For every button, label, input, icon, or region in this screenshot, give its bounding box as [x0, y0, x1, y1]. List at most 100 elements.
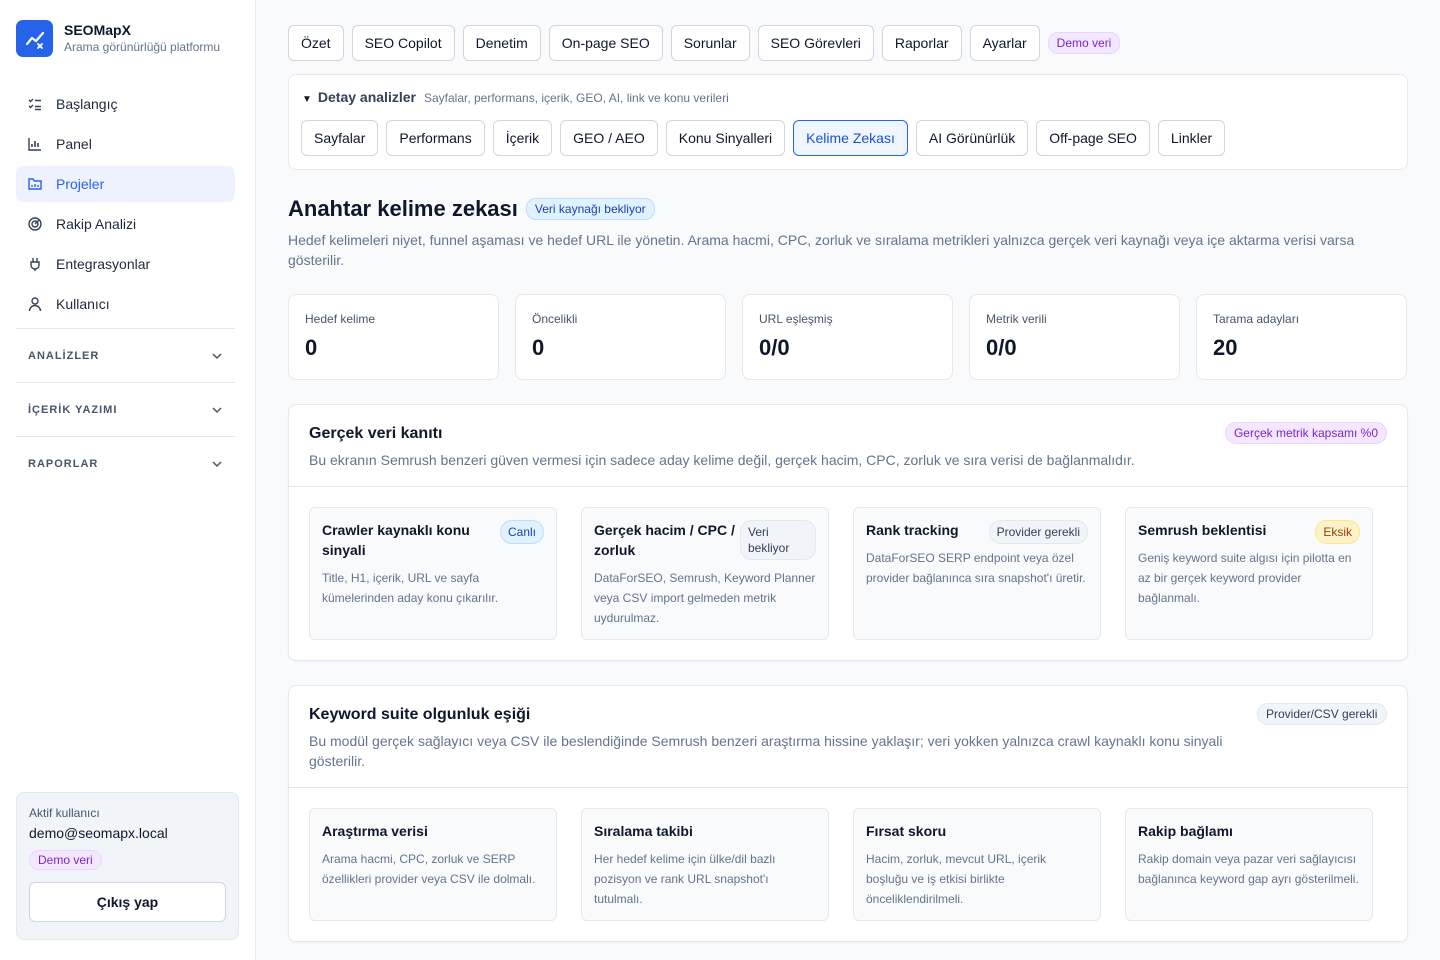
subtab-ai-gorunurluk[interactable]: AI Görünürlük	[915, 120, 1029, 156]
card-text: DataForSEO SERP endpoint veya özel provi…	[866, 551, 1086, 585]
stat-card: URL eşleşmiş 0/0	[742, 294, 953, 380]
sidebar-item-baslangic[interactable]: Başlangıç	[16, 86, 235, 122]
panel-title: Gerçek veri kanıtı	[309, 425, 443, 442]
tab-sorunlar[interactable]: Sorunlar	[670, 25, 750, 61]
evidence-cards: Crawler kaynaklı konu sinyali Canlı Titl…	[309, 507, 1373, 640]
sidebar: SEOMapX Arama görünürlüğü platformu Başl…	[0, 0, 256, 960]
tab-seo-copilot[interactable]: SEO Copilot	[351, 25, 455, 61]
tab-raporlar[interactable]: Raporlar	[881, 25, 962, 61]
section-icerik-yazimi[interactable]: İÇERİK YAZIMI	[16, 382, 235, 436]
section-analizler[interactable]: ANALİZLER	[16, 328, 235, 382]
coverage-badge: Gerçek metrik kapsamı %0	[1224, 422, 1387, 444]
subtab-geo-aeo[interactable]: GEO / AEO	[560, 120, 658, 156]
brand[interactable]: SEOMapX Arama görünürlüğü platformu	[16, 20, 220, 57]
logout-button[interactable]: Çıkış yap	[29, 882, 226, 922]
sidebar-item-rakip-analizi[interactable]: Rakip Analizi	[16, 206, 235, 242]
radar-icon	[27, 216, 43, 232]
card-badge: Veri bekliyor	[740, 520, 816, 560]
chevron-down-icon	[212, 406, 222, 413]
detail-analyses: ▼ Detay analizler Sayfalar, performans, …	[288, 74, 1408, 170]
card-text: Title, H1, içerik, URL ve sayfa kümeleri…	[322, 571, 499, 605]
stat-card: Metrik verili 0/0	[969, 294, 1180, 380]
stats-row: Hedef kelime 0 Öncelikli 0 URL eşleşmiş …	[288, 294, 1407, 380]
sidebar-item-label: Rakip Analizi	[56, 216, 137, 232]
page-description: Hedef kelimeleri niyet, funnel aşaması v…	[288, 232, 1355, 268]
stat-label: Tarama adayları	[1213, 312, 1300, 326]
main-content: Özet SEO Copilot Denetim On-page SEO Sor…	[256, 0, 1440, 960]
maturity-panel: Keyword suite olgunluk eşiği Provider/CS…	[288, 685, 1408, 942]
card-title: Fırsat skoru	[866, 823, 947, 839]
tab-ayarlar[interactable]: Ayarlar	[969, 25, 1040, 61]
card-badge: Provider gerekli	[988, 520, 1088, 544]
brand-name: SEOMapX	[64, 22, 131, 38]
active-user-label: Aktif kullanıcı	[29, 806, 100, 820]
evidence-panel: Gerçek veri kanıtı Gerçek metrik kapsamı…	[288, 404, 1408, 661]
detail-subtitle: Sayfalar, performans, içerik, GEO, AI, l…	[423, 91, 729, 105]
stat-label: URL eşleşmiş	[759, 312, 833, 326]
card-text: Arama hacmi, CPC, zorluk ve SERP özellik…	[322, 852, 536, 886]
sidebar-item-kullanici[interactable]: Kullanıcı	[16, 286, 235, 322]
stat-value: 0	[305, 335, 318, 360]
tab-ozet[interactable]: Özet	[288, 25, 344, 61]
subtab-off-page-seo[interactable]: Off-page SEO	[1036, 120, 1150, 156]
sidebar-item-projeler[interactable]: Projeler	[16, 166, 235, 202]
page-title: Anahtar kelime zekası	[288, 196, 518, 221]
plug-icon	[27, 256, 43, 272]
panel-description: Bu modül gerçek sağlayıcı veya CSV ile b…	[309, 733, 1223, 769]
top-tabs: Özet SEO Copilot Denetim On-page SEO Sor…	[288, 25, 1121, 61]
subtab-sayfalar[interactable]: Sayfalar	[301, 120, 379, 156]
section-label: RAPORLAR	[28, 457, 99, 470]
tab-on-page-seo[interactable]: On-page SEO	[548, 25, 663, 61]
bar-chart-icon	[27, 136, 43, 152]
demo-badge: Demo veri	[29, 850, 102, 870]
stat-value: 20	[1213, 335, 1238, 360]
page-header: Anahtar kelime zekası Veri kaynağı bekli…	[288, 196, 655, 222]
maturity-card: Sıralama takibi Her hedef kelime için ül…	[581, 808, 829, 921]
card-text: Geniş keyword suite algısı için pilotta …	[1138, 551, 1352, 605]
demo-data-badge: Demo veri	[1047, 32, 1121, 54]
status-badge: Veri kaynağı bekliyor	[525, 198, 655, 220]
section-raporlar[interactable]: RAPORLAR	[16, 436, 235, 490]
sidebar-item-panel[interactable]: Panel	[16, 126, 235, 162]
section-label: ANALİZLER	[28, 349, 100, 362]
sidebar-nav: Başlangıç Panel Projeler Rakip Analizi E…	[16, 86, 235, 326]
evidence-card: Semrush beklentisi Eksik Geniş keyword s…	[1125, 507, 1373, 640]
tab-seo-gorevleri[interactable]: SEO Görevleri	[757, 25, 874, 61]
card-badge: Canlı	[499, 520, 544, 544]
sidebar-item-label: Kullanıcı	[56, 296, 110, 312]
detail-toggle[interactable]: ▼ Detay analizler Sayfalar, performans, …	[302, 89, 729, 105]
maturity-cards: Araştırma verisi Arama hacmi, CPC, zorlu…	[309, 808, 1373, 921]
subtab-icerik[interactable]: İçerik	[492, 120, 553, 156]
card-text: Rakip domain veya pazar veri sağlayıcısı…	[1138, 852, 1359, 886]
detail-tabs: Sayfalar Performans İçerik GEO / AEO Kon…	[301, 120, 1233, 156]
active-user-card: Aktif kullanıcı demo@seomapx.local Demo …	[16, 792, 239, 940]
subtab-performans[interactable]: Performans	[386, 120, 485, 156]
card-text: Her hedef kelime için ülke/dil bazlı poz…	[594, 852, 776, 906]
subtab-kelime-zekasi[interactable]: Kelime Zekası	[793, 120, 908, 156]
panel-title: Keyword suite olgunluk eşiği	[309, 706, 531, 723]
maturity-card: Rakip bağlamı Rakip domain veya pazar ve…	[1125, 808, 1373, 921]
tab-denetim[interactable]: Denetim	[462, 25, 541, 61]
card-text: DataForSEO, Semrush, Keyword Planner vey…	[594, 571, 816, 625]
caret-down-icon: ▼	[302, 94, 312, 105]
panel-description: Bu ekranın Semrush benzeri güven vermesi…	[309, 452, 1135, 468]
section-label: İÇERİK YAZIMI	[28, 403, 118, 416]
sidebar-item-entegrasyonlar[interactable]: Entegrasyonlar	[16, 246, 235, 282]
subtab-linkler[interactable]: Linkler	[1157, 120, 1226, 156]
stat-card: Hedef kelime 0	[288, 294, 499, 380]
chevron-down-icon	[212, 352, 222, 359]
stat-value: 0	[532, 335, 545, 360]
checklist-icon	[27, 96, 43, 112]
card-badge: Eksik	[1315, 520, 1360, 544]
subtab-konu-sinyalleri[interactable]: Konu Sinyalleri	[665, 120, 786, 156]
maturity-card: Fırsat skoru Hacim, zorluk, mevcut URL, …	[853, 808, 1101, 921]
sidebar-item-label: Entegrasyonlar	[56, 256, 151, 272]
card-title: Rakip bağlamı	[1138, 823, 1233, 839]
folder-icon	[27, 176, 43, 192]
logo-icon	[16, 20, 53, 57]
user-icon	[27, 296, 43, 312]
sidebar-item-label: Projeler	[56, 176, 105, 192]
user-email: demo@seomapx.local	[29, 825, 168, 841]
chevron-down-icon	[212, 460, 222, 467]
maturity-card: Araştırma verisi Arama hacmi, CPC, zorlu…	[309, 808, 557, 921]
